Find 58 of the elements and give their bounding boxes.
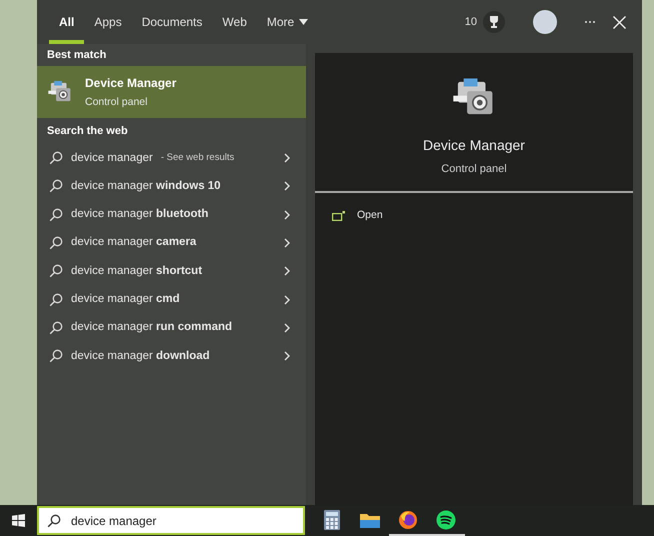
filter-tab[interactable]: Documents [132, 0, 212, 44]
preview-title: Device Manager [423, 136, 525, 155]
search-icon [49, 320, 63, 335]
open-window-icon [332, 211, 345, 221]
chevron-right-icon [284, 266, 290, 276]
suggestion-text: device manager camera [71, 235, 196, 250]
web-suggestion[interactable]: device manager bluetooth [37, 200, 306, 229]
section-heading: Best match [46, 48, 108, 63]
web-suggestion[interactable]: device manager camera [37, 228, 306, 258]
folder-icon[interactable] [360, 512, 380, 528]
search-icon [47, 514, 61, 528]
search-value: device manager [71, 512, 156, 530]
search-icon [49, 208, 63, 222]
chevron-right-icon [284, 322, 290, 333]
filter-tab[interactable]: Apps [84, 0, 132, 44]
chevron-right-icon [284, 238, 290, 248]
open-action[interactable]: Open [315, 203, 633, 229]
filter-tab[interactable]: More [256, 0, 318, 44]
calculator-icon[interactable] [324, 510, 340, 530]
search-icon [49, 179, 63, 194]
suggestion-text: device manager run command [71, 320, 232, 336]
chevron-right-icon [284, 351, 290, 362]
suggestion-text: device manager cmd [71, 292, 180, 307]
chevron-right-icon [284, 294, 290, 305]
web-suggestion[interactable]: device manager run command [37, 314, 306, 342]
points-count: 10 [464, 14, 477, 30]
suggestion-text: device manager bluetooth [71, 207, 208, 222]
search-icon [49, 264, 63, 278]
result-title: Device Manager [85, 74, 176, 92]
chevron-right-icon [284, 153, 290, 164]
suggestion-text: device manager download [71, 348, 210, 364]
result-subtitle: Control panel [85, 94, 148, 110]
search-icon [49, 236, 63, 250]
chevron-right-icon [284, 181, 290, 192]
music-app-icon[interactable] [436, 510, 456, 530]
suggestion-text: device manager shortcut [71, 264, 202, 279]
close-icon[interactable] [613, 16, 626, 28]
web-suggestion[interactable]: device manager shortcut [37, 257, 306, 286]
best-match-item[interactable]: Device Manager Control panel [37, 66, 306, 118]
web-suggestion[interactable]: device manager cmd [37, 285, 306, 314]
fox-browser-icon[interactable] [398, 510, 418, 530]
preview-subtitle: Control panel [441, 162, 507, 177]
suggestion-text: device manager windows 10 [71, 178, 221, 194]
web-suggestion[interactable]: device manager - See web results [37, 144, 306, 172]
caret-icon [299, 19, 308, 25]
suggestion-hint: - See web results [160, 151, 234, 166]
chevron-right-icon [284, 210, 290, 220]
web-suggestion[interactable]: device manager download [37, 342, 306, 370]
web-suggestion[interactable]: device manager windows 10 [37, 172, 306, 201]
trophy-icon[interactable] [483, 11, 505, 33]
search-icon [49, 349, 63, 364]
section-heading: Search the web [46, 124, 129, 139]
search-icon [49, 151, 63, 166]
avatar[interactable] [533, 10, 557, 34]
filter-tab[interactable]: Web [212, 0, 257, 44]
suggestion-text: device manager [71, 150, 153, 166]
taskbar-search-field[interactable]: device manager [37, 506, 305, 535]
search-icon [49, 292, 63, 307]
